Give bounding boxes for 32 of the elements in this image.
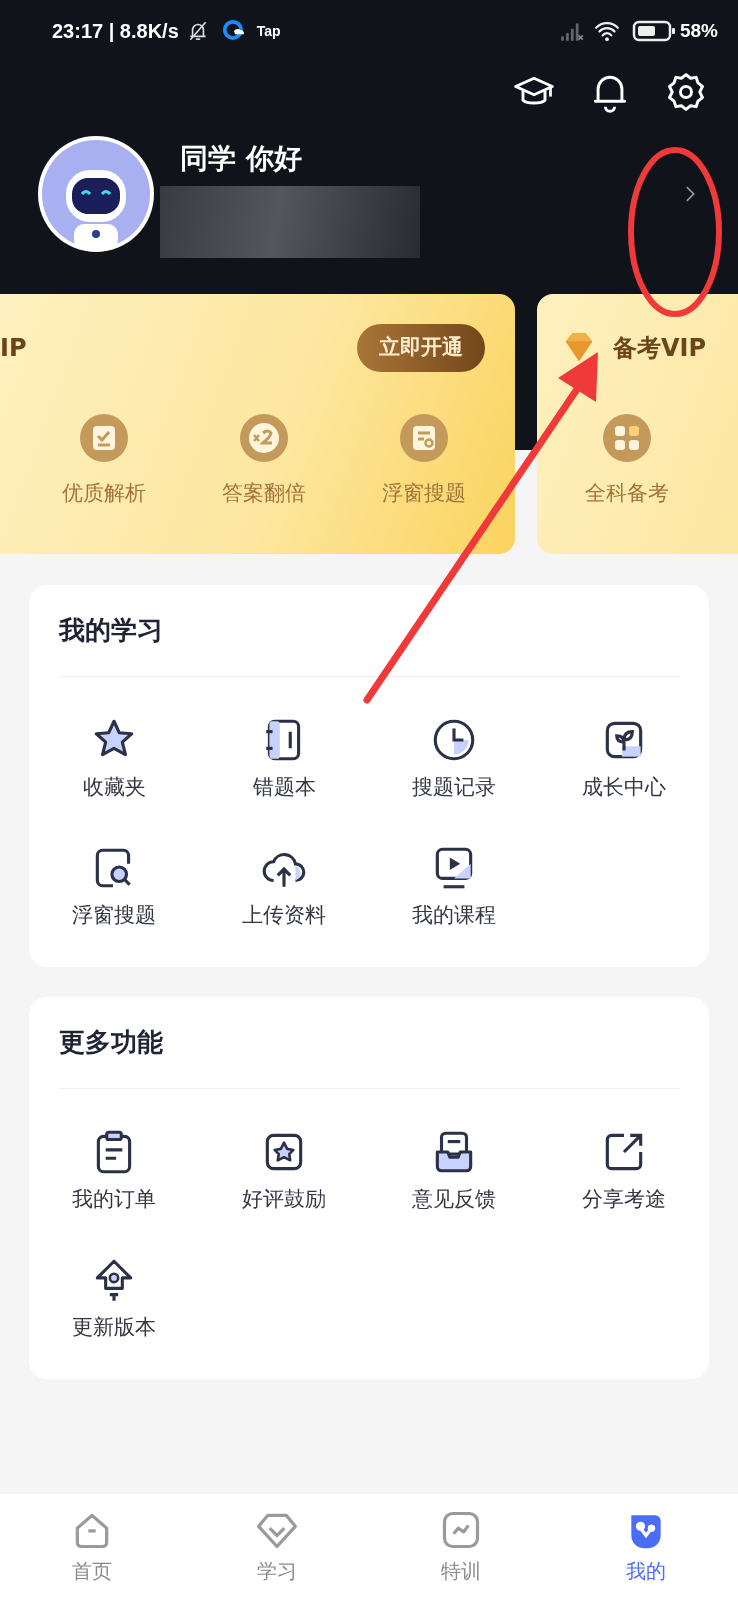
- avatar[interactable]: [36, 134, 156, 254]
- greeting: 同学 你好: [180, 141, 302, 177]
- vip-title: 备考VIP: [613, 333, 707, 364]
- shortcut-item[interactable]: 我的课程: [369, 843, 539, 929]
- section-title: 更多功能: [59, 997, 679, 1089]
- battery-percent: 58%: [679, 18, 718, 43]
- vip-title: IP: [0, 333, 27, 364]
- shortcut-item[interactable]: 好评鼓励: [199, 1127, 369, 1213]
- feature-icon: [80, 414, 128, 462]
- feature-icon: [240, 414, 288, 462]
- activate-button[interactable]: 立即开通: [357, 324, 485, 372]
- shortcut-item[interactable]: 意见反馈: [369, 1127, 539, 1213]
- feature-icon: [603, 414, 651, 462]
- feature-label[interactable]: 优质解析: [62, 478, 146, 510]
- feature-label[interactable]: 全科备考: [585, 478, 669, 510]
- shortcut-item[interactable]: 浮窗搜题: [29, 843, 199, 929]
- shortcut-item[interactable]: 错题本: [199, 715, 369, 801]
- nav-tab[interactable]: 特训: [369, 1494, 554, 1600]
- nav-tab[interactable]: 学习: [184, 1494, 369, 1600]
- shortcut-item[interactable]: 我的订单: [29, 1127, 199, 1213]
- shortcut-item[interactable]: 分享考途: [539, 1127, 709, 1213]
- status-time: 23:17 | 8.8K/s: [52, 19, 179, 44]
- shortcut-item[interactable]: 上传资料: [199, 843, 369, 929]
- section-title: 我的学习: [59, 585, 679, 677]
- nav-tab[interactable]: 我的: [553, 1494, 738, 1600]
- shortcut-item[interactable]: 收藏夹: [29, 715, 199, 801]
- app-label: Tap: [256, 21, 281, 41]
- feature-icon: [400, 414, 448, 462]
- battery-icon: [631, 20, 676, 42]
- shortcut-item[interactable]: 搜题记录: [369, 715, 539, 801]
- shortcut-item[interactable]: 更新版本: [29, 1255, 199, 1341]
- shortcut-item[interactable]: 成长中心: [539, 715, 709, 801]
